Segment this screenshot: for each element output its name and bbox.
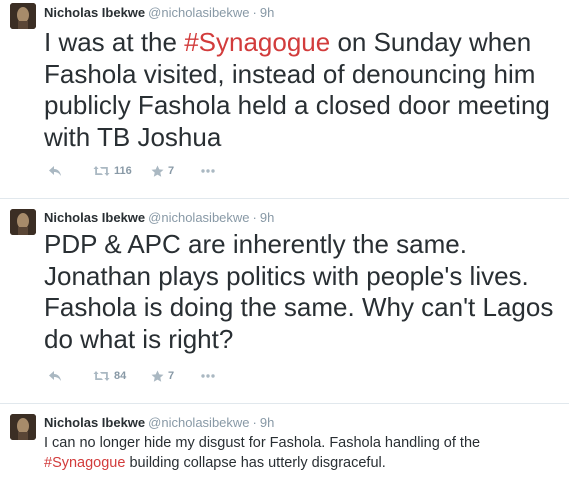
tweet-timeline: Nicholas Ibekwe @nicholasibekwe · 9h I was … xyxy=(0,0,569,491)
avatar[interactable] xyxy=(10,209,36,235)
tweet-text-part: I can no longer hide my disgust for Fash… xyxy=(44,435,481,451)
retweet-icon xyxy=(93,166,110,176)
author-handle[interactable]: @nicholasibekwe xyxy=(148,5,249,20)
tweet[interactable]: Nicholas Ibekwe @nicholasibekwe · 9h I was … xyxy=(0,0,569,199)
tweet-text: I was at the #Synagogue on Sunday when F… xyxy=(44,27,564,153)
tweet-actions: 116 7 xyxy=(48,162,215,180)
favorite-count: 7 xyxy=(168,165,175,177)
avatar[interactable] xyxy=(10,414,36,440)
tweet-header: Nicholas Ibekwe @nicholasibekwe · 9h xyxy=(44,210,274,226)
more-icon xyxy=(201,169,215,173)
favorite-button[interactable]: 7 xyxy=(151,165,201,178)
more-button[interactable] xyxy=(201,374,215,378)
more-icon xyxy=(201,374,215,378)
retweet-button[interactable]: 84 xyxy=(93,370,151,382)
author-handle[interactable]: @nicholasibekwe xyxy=(148,210,249,225)
tweet-header: Nicholas Ibekwe @nicholasibekwe · 9h xyxy=(44,5,274,21)
tweet-text-part: building collapse has utterly disgracefu… xyxy=(125,455,386,471)
retweet-count: 84 xyxy=(114,370,127,382)
reply-button[interactable] xyxy=(48,165,93,177)
tweet-actions: 84 7 xyxy=(48,367,215,385)
timestamp[interactable]: 9h xyxy=(260,415,274,430)
tweet[interactable]: Nicholas Ibekwe @nicholasibekwe · 9h PDP & … xyxy=(0,199,569,404)
retweet-button[interactable]: 116 xyxy=(93,165,151,177)
separator: · xyxy=(252,210,257,225)
author-name[interactable]: Nicholas Ibekwe xyxy=(44,210,145,225)
avatar[interactable] xyxy=(10,3,36,29)
favorite-icon xyxy=(151,165,164,177)
hashtag-link[interactable]: #Synagogue xyxy=(44,455,125,471)
reply-icon xyxy=(49,166,61,176)
tweet[interactable]: Nicholas Ibekwe @nicholasibekwe · 9h I can … xyxy=(0,404,569,491)
retweet-icon xyxy=(93,371,110,381)
favorite-icon xyxy=(151,370,164,382)
tweet-text: I can no longer hide my disgust for Fash… xyxy=(44,433,564,473)
separator: · xyxy=(252,5,257,20)
favorite-button[interactable]: 7 xyxy=(151,370,201,383)
author-handle[interactable]: @nicholasibekwe xyxy=(148,415,249,430)
more-button[interactable] xyxy=(201,169,215,173)
tweet-text: PDP & APC are inherently the same. Jonat… xyxy=(44,229,554,354)
author-name[interactable]: Nicholas Ibekwe xyxy=(44,5,145,20)
timestamp[interactable]: 9h xyxy=(260,210,274,225)
reply-button[interactable] xyxy=(48,370,93,382)
timestamp[interactable]: 9h xyxy=(260,5,274,20)
separator: · xyxy=(252,415,257,430)
favorite-count: 7 xyxy=(168,370,175,382)
tweet-text-part: I was at the xyxy=(44,27,185,57)
author-name[interactable]: Nicholas Ibekwe xyxy=(44,415,145,430)
hashtag-link[interactable]: #Synagogue xyxy=(184,27,330,57)
reply-icon xyxy=(49,371,61,381)
retweet-count: 116 xyxy=(114,165,132,177)
tweet-header: Nicholas Ibekwe @nicholasibekwe · 9h xyxy=(44,415,274,431)
